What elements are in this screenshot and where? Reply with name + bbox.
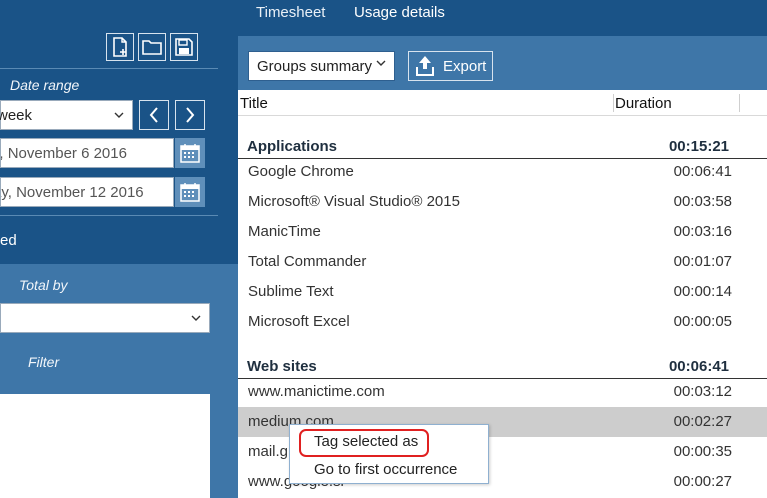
- tab-bar: Timesheet Usage details: [238, 0, 767, 36]
- group-name: Applications: [247, 138, 338, 155]
- chevron-right-icon: [186, 107, 195, 123]
- row-title: www.manictime.com: [248, 383, 385, 400]
- date-range-label: Date range: [10, 77, 80, 93]
- table-row[interactable]: Google Chrome 00:06:41: [238, 157, 767, 187]
- row-duration: 00:00:05: [673, 313, 732, 330]
- groups-select[interactable]: Groups summary: [248, 51, 395, 81]
- start-date-calendar-button[interactable]: [175, 138, 205, 168]
- next-range-button[interactable]: [175, 100, 205, 130]
- row-duration: 00:00:14: [673, 283, 732, 300]
- total-by-label: Total by: [19, 277, 68, 293]
- row-duration: 00:03:58: [673, 193, 732, 210]
- sidebar-ed-text: ed: [0, 232, 17, 249]
- menu-item-go-to-first-occurrence[interactable]: Go to first occurrence: [314, 461, 457, 478]
- row-duration: 00:01:07: [673, 253, 732, 270]
- row-duration: 00:06:41: [673, 163, 732, 180]
- export-button[interactable]: Export: [408, 51, 493, 81]
- table-row[interactable]: ManicTime 00:03:16: [238, 217, 767, 247]
- toolbar: Groups summary Export: [238, 36, 767, 90]
- tab-usage-details[interactable]: Usage details: [354, 4, 445, 21]
- row-title: Google Chrome: [248, 163, 354, 180]
- left-sidebar: Date range week y, November 6 2016 ay, N…: [0, 0, 238, 498]
- new-file-button[interactable]: [106, 33, 134, 61]
- table-row[interactable]: Sublime Text 00:00:14: [238, 277, 767, 307]
- group-name: Web sites: [247, 358, 317, 375]
- end-date-value: ay, November 12 2016: [0, 183, 144, 201]
- range-select-value: week: [0, 106, 33, 124]
- filter-box[interactable]: [0, 394, 210, 498]
- column-separator[interactable]: [613, 94, 614, 112]
- sidebar-divider: [0, 68, 218, 69]
- group-header-applications[interactable]: Applications 00:15:21: [238, 136, 767, 159]
- end-date-calendar-button[interactable]: [175, 177, 205, 207]
- column-title[interactable]: Title: [240, 95, 268, 112]
- open-folder-button[interactable]: [138, 33, 166, 61]
- chevron-left-icon: [149, 107, 158, 123]
- export-button-label: Export: [443, 57, 487, 75]
- previous-range-button[interactable]: [139, 100, 169, 130]
- folder-icon: [142, 40, 162, 55]
- chevron-down-icon: [191, 315, 201, 321]
- menu-item-tag-selected-as[interactable]: Tag selected as: [314, 433, 418, 450]
- calendar-icon: [180, 144, 200, 163]
- row-duration: 00:00:35: [673, 443, 732, 460]
- start-date-value: y, November 6 2016: [0, 144, 127, 162]
- row-title: mail.g: [248, 443, 289, 460]
- table-row[interactable]: www.manictime.com 00:03:12: [238, 377, 767, 407]
- calendar-icon: [180, 183, 200, 202]
- new-file-icon: [113, 37, 127, 57]
- save-button[interactable]: [170, 33, 198, 61]
- start-date-field[interactable]: y, November 6 2016: [0, 138, 174, 168]
- column-duration[interactable]: Duration: [615, 95, 672, 112]
- groups-select-value: Groups summary: [257, 57, 373, 75]
- row-title: Sublime Text: [248, 283, 334, 300]
- chevron-down-icon: [114, 112, 124, 118]
- row-duration: 00:00:27: [673, 473, 732, 490]
- range-select[interactable]: week: [0, 100, 133, 130]
- save-icon: [175, 38, 193, 56]
- row-title: ManicTime: [248, 223, 321, 240]
- chevron-down-icon: [376, 60, 386, 66]
- export-icon: [416, 56, 434, 76]
- row-duration: 00:03:16: [673, 223, 732, 240]
- filter-label: Filter: [28, 354, 60, 370]
- row-duration: 00:02:27: [673, 413, 732, 430]
- tab-timesheet[interactable]: Timesheet: [256, 4, 325, 21]
- end-date-field[interactable]: ay, November 12 2016: [0, 177, 174, 207]
- group-header-web-sites[interactable]: Web sites 00:06:41: [238, 356, 767, 379]
- table-header: Title Duration: [238, 90, 767, 116]
- row-title: Total Commander: [248, 253, 367, 270]
- sidebar-divider: [0, 215, 218, 216]
- context-menu: Tag selected as Go to first occurrence: [289, 424, 489, 484]
- column-separator[interactable]: [739, 94, 740, 112]
- row-title: Microsoft® Visual Studio® 2015: [248, 193, 460, 210]
- total-by-select[interactable]: [0, 303, 210, 333]
- group-total: 00:15:21: [668, 138, 729, 155]
- row-duration: 00:03:12: [673, 383, 732, 400]
- table-row[interactable]: Total Commander 00:01:07: [238, 247, 767, 277]
- sidebar-icon-toolbar: [106, 33, 198, 61]
- row-title: Microsoft Excel: [248, 313, 350, 330]
- table-row[interactable]: Microsoft Excel 00:00:05: [238, 307, 767, 337]
- group-total: 00:06:41: [668, 358, 729, 375]
- table-row[interactable]: Microsoft® Visual Studio® 2015 00:03:58: [238, 187, 767, 217]
